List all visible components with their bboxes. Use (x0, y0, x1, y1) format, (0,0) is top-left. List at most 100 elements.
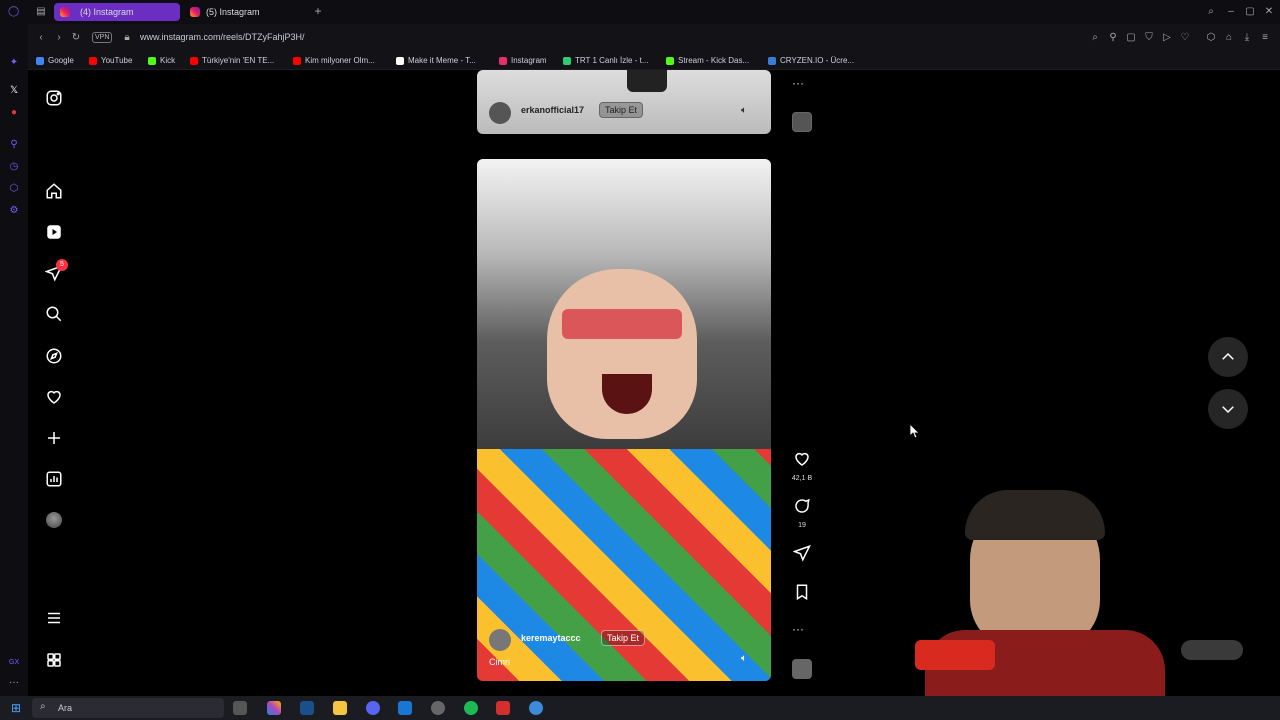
previous-reel-button[interactable] (1208, 337, 1248, 377)
file-explorer-icon[interactable] (333, 701, 347, 715)
participants-widget[interactable] (1181, 640, 1243, 660)
heart-icon[interactable]: ♡ (1180, 33, 1190, 43)
workspaces-icon[interactable]: ▤ (36, 7, 46, 17)
new-tab-icon[interactable]: + (313, 5, 323, 17)
mail-icon[interactable] (398, 701, 412, 715)
save-action[interactable] (790, 583, 814, 606)
more-menu-icon[interactable] (44, 608, 64, 628)
task-view-icon[interactable] (233, 701, 247, 715)
mute-icon[interactable]: 🔈︎ (741, 105, 747, 116)
bookmark-kick[interactable]: Kick (148, 55, 175, 67)
profile-icon[interactable]: ⌂ (1224, 33, 1234, 43)
profile-avatar[interactable] (44, 510, 64, 530)
like-heart-icon (795, 452, 809, 466)
bookmark-cryzen[interactable]: CRYZEN.IO - Ücre... (768, 55, 854, 67)
x-icon[interactable]: 𝕏 (9, 86, 19, 96)
bookmark-instagram[interactable]: Instagram (499, 55, 547, 67)
opera-sidebar: ✦ 𝕏 ● ⚲ ◷ ⬡ ⚙ GX ··· (0, 24, 28, 696)
more-options-icon[interactable]: ··· (792, 622, 804, 636)
windows-start-icon[interactable]: ⊞ (9, 701, 23, 715)
youtube-icon (293, 57, 301, 65)
reel-previous[interactable]: erkanofficial17 Takip Et 🔈︎ (477, 70, 771, 134)
reload-icon[interactable]: ↻ (71, 33, 81, 43)
messages-icon[interactable]: 5 (44, 259, 68, 283)
spotify-icon[interactable] (464, 701, 478, 715)
next-reel-button[interactable] (1208, 389, 1248, 429)
taskbar-search[interactable]: ⌕ Ara (32, 698, 224, 718)
microphone (915, 640, 995, 670)
also-from-meta-icon[interactable] (44, 650, 64, 670)
comment-action[interactable]: 19 (790, 497, 814, 529)
create-icon[interactable] (44, 428, 64, 448)
reel-username[interactable]: erkanofficial17 (521, 105, 584, 115)
aria-icon[interactable]: ✦ (9, 58, 19, 68)
avatar[interactable] (489, 102, 511, 124)
download-icon[interactable]: ⤓ (1242, 33, 1252, 43)
bookmark-youtube[interactable]: YouTube (89, 55, 132, 67)
forward-icon[interactable]: › (54, 33, 64, 43)
extensions-icon[interactable]: ⬡ (1206, 33, 1216, 43)
audio-thumbnail[interactable] (792, 112, 812, 132)
tab-instagram-2[interactable]: (5) Instagram (184, 3, 310, 21)
vpn-badge[interactable]: VPN (92, 32, 113, 43)
reel-username[interactable]: keremaytaccc (521, 633, 581, 643)
cryzen-icon (768, 57, 776, 65)
bookmark-kim-milyoner[interactable]: Kim milyoner Olm... (293, 55, 375, 67)
google-icon (36, 57, 44, 65)
avatar[interactable] (489, 629, 511, 651)
snapshot-icon[interactable]: ▢ (1126, 33, 1136, 43)
explore-icon[interactable] (44, 346, 64, 366)
shield-icon[interactable]: ⛉ (1144, 33, 1154, 43)
copilot-icon[interactable] (267, 701, 281, 715)
reel-audio-label[interactable]: Cimri (489, 657, 510, 667)
bookmark-make-it-meme[interactable]: Make it Meme - T... (396, 55, 476, 67)
reel-main[interactable]: keremaytaccc Takip Et Cimri 🔈︎ (477, 159, 771, 681)
minimize-icon[interactable]: – (1226, 7, 1236, 17)
app-icon[interactable] (431, 701, 445, 715)
menu-icon[interactable]: ≡ (1260, 33, 1270, 43)
pin-icon[interactable]: ⚲ (1108, 33, 1118, 43)
reel-video-glasses (562, 309, 682, 339)
gx-icon[interactable]: GX (9, 658, 19, 668)
bookmark-kick-dashboard[interactable]: Stream - Kick Das... (666, 55, 749, 67)
more-options-icon[interactable]: ··· (792, 76, 804, 90)
opera-logo-icon[interactable]: ◯ (8, 7, 19, 17)
pinboard-icon[interactable]: ⚲ (9, 140, 19, 150)
search-icon[interactable] (44, 304, 64, 324)
share-action[interactable] (790, 544, 814, 567)
dashboard-icon[interactable] (44, 469, 64, 489)
bookmark-turkiye[interactable]: Türkiye'nin 'EN TE... (190, 55, 274, 67)
tab-instagram-1[interactable]: (4) Instagram (54, 3, 180, 21)
record-icon[interactable]: ● (9, 108, 19, 118)
chrome-icon[interactable] (529, 701, 543, 715)
opera-gx-icon[interactable] (496, 701, 510, 715)
follow-button[interactable]: Takip Et (601, 630, 646, 646)
search-tabs-icon[interactable]: ⌕ (1206, 7, 1216, 17)
home-icon[interactable] (44, 181, 64, 201)
steam-icon[interactable] (300, 701, 314, 715)
bookmark-google[interactable]: Google (36, 55, 74, 67)
maximize-icon[interactable]: ▢ (1245, 7, 1255, 17)
address-bar: ‹ › ↻ VPN 🔒︎ www.instagram.com/reels/DTZ… (0, 24, 1280, 52)
bookmark-trt1[interactable]: TRT 1 Canlı İzle - t... (563, 55, 649, 67)
play-icon[interactable]: ▷ (1162, 33, 1172, 43)
instagram-logo-icon[interactable] (44, 88, 64, 108)
more-icon[interactable]: ··· (9, 678, 19, 688)
comment-icon (795, 498, 810, 513)
webcam-overlay (885, 490, 1280, 696)
reels-icon[interactable] (44, 222, 64, 242)
back-icon[interactable]: ‹ (36, 33, 46, 43)
url-field[interactable]: www.instagram.com/reels/DTZyFahjP3H/ (140, 32, 305, 42)
follow-button[interactable]: Takip Et (599, 102, 644, 118)
settings-icon[interactable]: ⚙ (9, 206, 19, 216)
close-icon[interactable]: ✕ (1264, 7, 1274, 17)
share-icon (792, 544, 811, 562)
history-icon[interactable]: ◷ (9, 162, 19, 172)
notifications-heart-icon[interactable] (44, 387, 64, 407)
discord-icon[interactable] (366, 701, 380, 715)
like-action[interactable]: 42,1 B (790, 450, 814, 482)
zoom-icon[interactable]: ⌕ (1090, 33, 1100, 43)
audio-thumbnail[interactable] (792, 659, 812, 679)
mute-icon[interactable]: 🔈︎ (741, 653, 747, 664)
extensions-icon[interactable]: ⬡ (9, 184, 19, 194)
